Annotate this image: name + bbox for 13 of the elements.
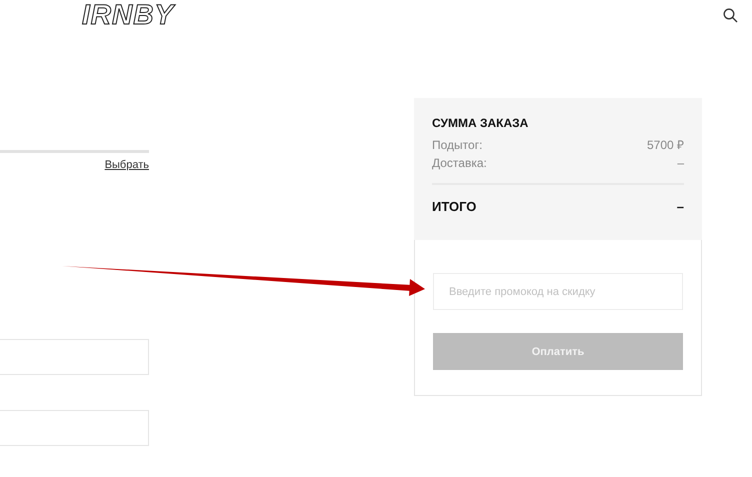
row-value: 5700 ₽ <box>646 137 684 154</box>
total-label: ИТОГО <box>432 199 476 214</box>
summary-title: СУММА ЗАКАЗА <box>432 116 530 130</box>
search-icon[interactable] <box>723 8 738 22</box>
promo-code-field[interactable]: Введите промокод на скидку <box>433 273 683 310</box>
row-label: Подытог: <box>432 137 482 154</box>
logo[interactable]: IRNBY <box>82 1 174 29</box>
total-value: – <box>676 199 684 214</box>
row-label: Доставка: <box>432 155 487 172</box>
input-field[interactable] <box>0 339 149 375</box>
row-value: – <box>677 155 684 172</box>
choose-link[interactable]: Выбрать <box>104 159 149 171</box>
input-field[interactable] <box>0 410 149 446</box>
